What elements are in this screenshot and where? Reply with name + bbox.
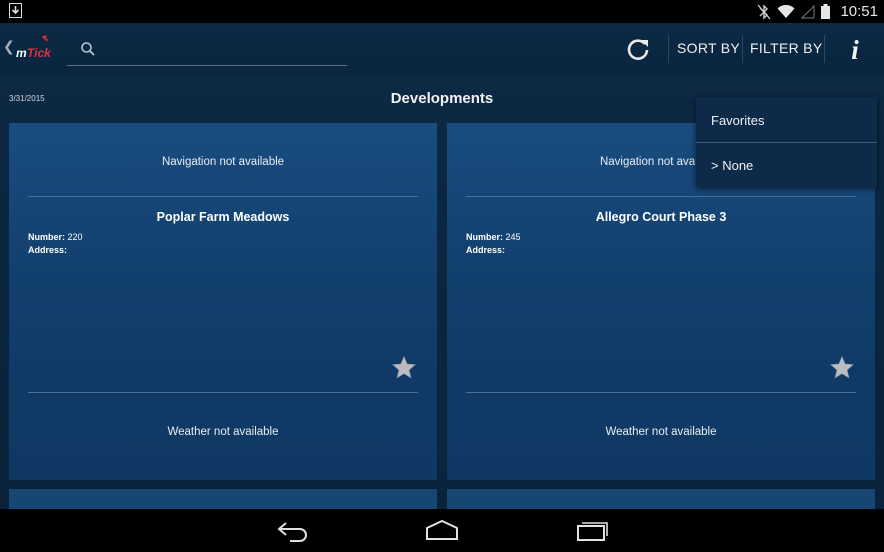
divider — [28, 392, 418, 393]
favorite-star-icon[interactable] — [391, 355, 417, 381]
filter-option-label: > None — [711, 158, 754, 173]
development-name: Poplar Farm Meadows — [156, 210, 290, 224]
refresh-icon[interactable] — [623, 34, 653, 64]
divider — [466, 196, 856, 197]
app-content: ❮ m Tick SORT BY FILTER BY i 3/31/2015 D… — [0, 23, 884, 509]
development-card-partial[interactable] — [447, 489, 875, 509]
divider — [668, 35, 669, 63]
download-icon — [9, 3, 22, 18]
number-value: 245 — [505, 232, 521, 242]
system-navigation-bar — [0, 509, 884, 552]
divider — [742, 35, 743, 63]
status-bar: 10:51 — [0, 0, 884, 23]
filter-option-favorites[interactable]: Favorites — [696, 97, 877, 142]
divider — [466, 392, 856, 393]
search-icon — [81, 42, 95, 56]
bluetooth-off-icon — [757, 3, 771, 20]
development-address: Address: — [466, 245, 505, 255]
filter-dropdown-menu: Favorites > None — [696, 97, 877, 187]
info-icon[interactable]: i — [844, 35, 866, 65]
home-icon[interactable] — [424, 517, 460, 543]
sort-by-button[interactable]: SORT BY — [677, 40, 740, 56]
filter-option-label: Favorites — [711, 113, 765, 128]
development-card-partial[interactable] — [9, 489, 437, 509]
favorite-star-icon[interactable] — [829, 355, 855, 381]
divider — [824, 35, 825, 63]
filter-option-none[interactable]: > None — [696, 142, 877, 187]
svg-text:Tick: Tick — [27, 46, 52, 60]
app-logo[interactable]: m Tick — [14, 35, 58, 63]
back-icon[interactable] — [276, 517, 310, 543]
svg-text:m: m — [16, 46, 27, 60]
development-card[interactable]: Navigation not available Poplar Farm Mea… — [9, 123, 437, 480]
address-label: Address: — [28, 245, 68, 255]
development-number: Number: 245 — [466, 232, 521, 242]
action-bar: ❮ m Tick SORT BY FILTER BY i — [0, 23, 884, 75]
up-chevron-icon[interactable]: ❮ — [3, 38, 15, 55]
weather-status: Weather not available — [167, 426, 279, 438]
filter-by-button[interactable]: FILTER BY — [750, 40, 822, 56]
development-address: Address: — [28, 245, 67, 255]
recents-icon[interactable] — [575, 517, 609, 543]
status-time: 10:51 — [840, 3, 878, 20]
wifi-icon — [777, 4, 795, 18]
signal-icon — [801, 4, 815, 18]
divider — [28, 196, 418, 197]
development-number: Number: 220 — [28, 232, 83, 242]
weather-status: Weather not available — [605, 426, 717, 438]
search-input[interactable] — [103, 37, 337, 63]
number-label: Number: — [466, 232, 504, 242]
number-label: Number: — [28, 232, 66, 242]
battery-icon — [821, 4, 831, 19]
number-value: 220 — [67, 232, 83, 242]
navigation-status: Navigation not available — [161, 156, 285, 168]
search-field[interactable] — [67, 35, 347, 66]
development-name: Allegro Court Phase 3 — [595, 210, 727, 224]
address-label: Address: — [466, 245, 506, 255]
